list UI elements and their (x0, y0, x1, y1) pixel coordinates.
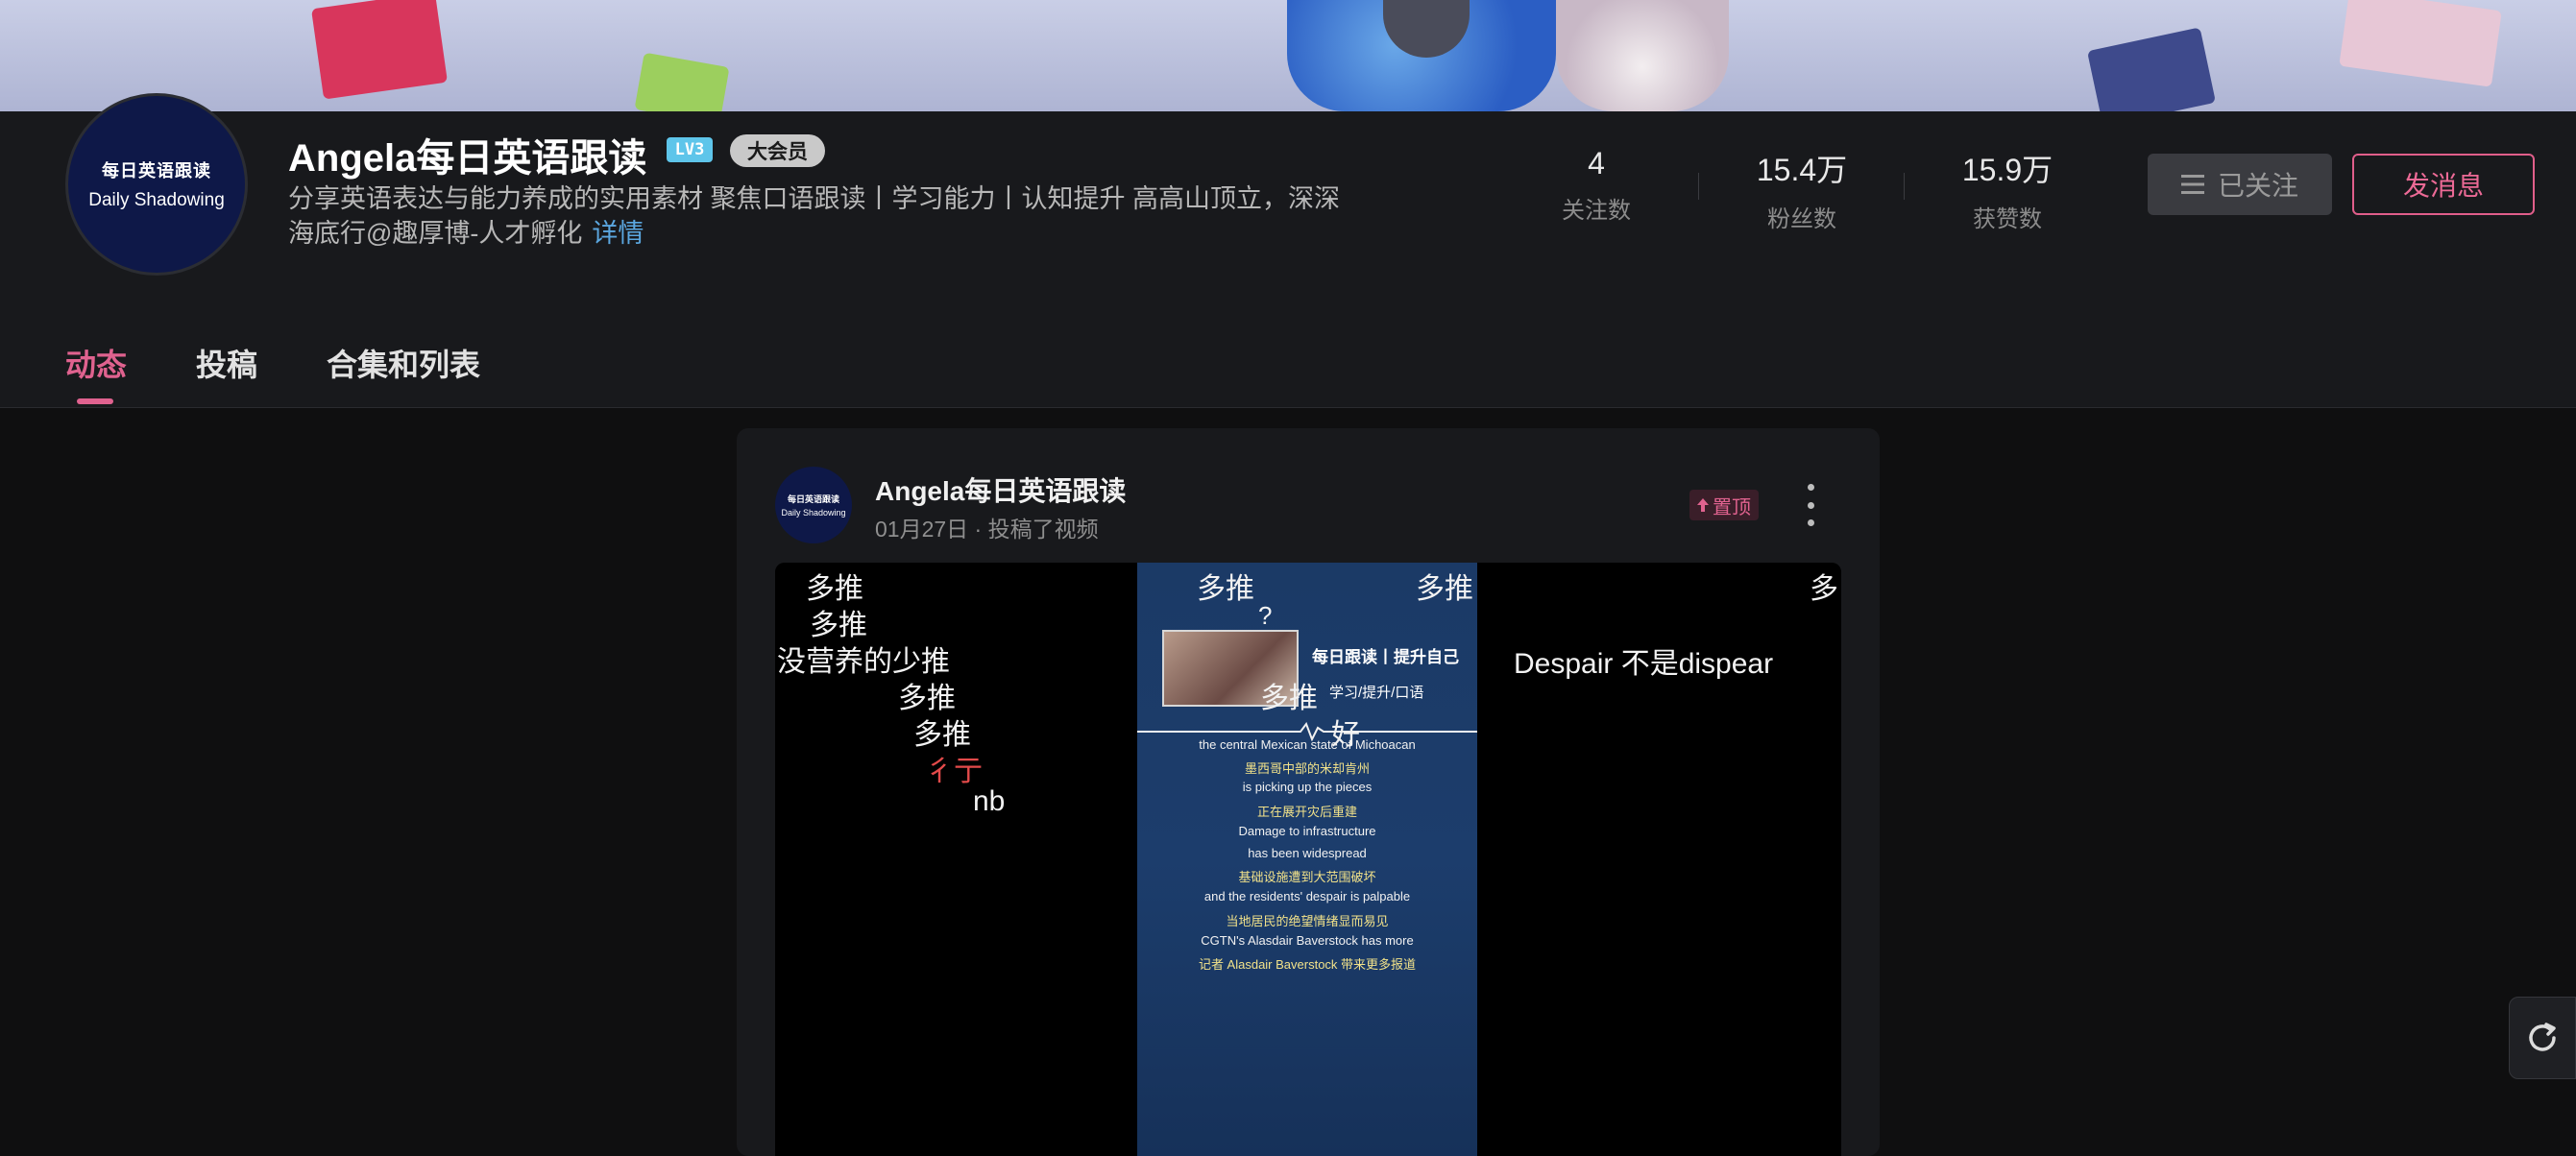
avatar-text-en: Daily Shadowing (88, 190, 225, 210)
pinned-label: 置顶 (1713, 496, 1751, 518)
banner-gift-right (2086, 27, 2217, 111)
post-author-name[interactable]: Angela每日英语跟读 (875, 470, 1126, 509)
arrow-up-icon (1697, 498, 1709, 512)
stat-following-value: 4 (1588, 146, 1605, 181)
stat-following[interactable]: 4 关注数 (1510, 146, 1683, 225)
profile-avatar[interactable]: 每日英语跟读 Daily Shadowing (65, 93, 248, 276)
stat-followers-value: 15.4万 (1756, 153, 1848, 187)
level-badge: LV3 (667, 137, 713, 162)
stat-divider (1904, 173, 1905, 200)
subtitle-line: 墨西哥中部的米却肯州 (1244, 761, 1370, 776)
danmaku-text: nb (973, 785, 1006, 817)
stat-followers[interactable]: 15.4万 粉丝数 (1715, 146, 1888, 233)
banner-gift-left (311, 0, 448, 100)
refresh-button[interactable] (2509, 997, 2576, 1079)
profile-bio: 分享英语表达与能力养成的实用素材 聚焦口语跟读丨学习能力丨认知提升 高高山顶立，… (288, 181, 1402, 251)
subtitle-line: the central Mexican state of Michoacan (1199, 737, 1416, 752)
cover-right-pane: Despair 不是dispear 多 (1477, 563, 1841, 1156)
subtitle-line: 记者 Alasdair Baverstock 带来更多报道 (1198, 957, 1417, 972)
subtitle-line: is picking up the pieces (1242, 780, 1373, 794)
stat-followers-label: 粉丝数 (1767, 206, 1836, 232)
banner-gift-far-right (2339, 0, 2502, 87)
danmaku-text: 彳亍 (925, 756, 983, 787)
tab-collections[interactable]: 合集和列表 (327, 341, 480, 385)
banner-gift-small (634, 52, 730, 111)
post-author-avatar[interactable]: 每日英语跟读 Daily Shadowing (775, 467, 852, 543)
danmaku-text: 多推 (1260, 683, 1318, 714)
followed-label: 已关注 (2217, 171, 2298, 201)
profile-name: Angela每日英语跟读 (288, 137, 647, 180)
subtitle-line: 当地居民的绝望情绪显而易见 (1226, 914, 1389, 928)
subtitle-line: Damage to infrastructure (1238, 824, 1376, 838)
bio-line-1: 分享英语表达与能力养成的实用素材 聚焦口语跟读丨学习能力丨认知提升 高高山顶立，… (288, 184, 1341, 213)
subtitle-line: has been widespread (1248, 846, 1367, 860)
danmaku-text: 多推 (1416, 573, 1473, 605)
menu-icon (2180, 175, 2204, 194)
profile-banner (0, 0, 2576, 111)
avatar-text-cn: 每日英语跟读 (102, 161, 211, 181)
danmaku-text: Despair 不是dispear (1514, 648, 1774, 680)
post-avatar-text-cn: 每日英语跟读 (787, 494, 839, 504)
subtitle-line: 基础设施遭到大范围破坏 (1238, 870, 1376, 884)
subtitle-line: 正在展开灾后重建 (1256, 805, 1357, 819)
post-action: 投稿了视频 (987, 517, 1099, 542)
video-cover[interactable]: 多推 多推 没营养的少推 多推 多推 彳亍 nb 每日跟读丨提升自己 学习/提升… (775, 563, 1841, 1156)
stat-divider (1698, 173, 1699, 200)
vip-badge[interactable]: 大会员 (730, 134, 825, 167)
tab-dynamic[interactable]: 动态 (65, 341, 127, 385)
active-tab-indicator (77, 398, 113, 404)
bio-detail-link[interactable]: 详情 (592, 219, 644, 248)
danmaku-text: 多推 (1197, 573, 1254, 605)
post-date: 01月27日 (875, 517, 969, 542)
cover-subtitle: 学习/提升/口语 (1329, 685, 1424, 701)
subtitle-line: and the residents' despair is palpable (1203, 889, 1411, 903)
post-meta: 01月27日 · 投稿了视频 (875, 517, 1099, 542)
cover-title: 每日跟读丨提升自己 (1312, 648, 1459, 666)
cover-left-pane: 多推 多推 没营养的少推 多推 多推 彳亍 nb (775, 563, 1137, 1156)
cover-middle-pane: 每日跟读丨提升自己 学习/提升/口语 多推 多推 ? 多推 好 the cent… (1137, 563, 1477, 1156)
banner-character-2 (1556, 0, 1729, 111)
post-card: 每日英语跟读 Daily Shadowing Angela每日英语跟读 01月2… (737, 428, 1880, 1156)
refresh-icon (2529, 1023, 2556, 1051)
pinned-badge: 置顶 (1689, 490, 1759, 520)
stat-following-label: 关注数 (1562, 198, 1631, 224)
stat-likes: 15.9万 获赞数 (1921, 146, 2094, 233)
stat-likes-label: 获赞数 (1973, 206, 2042, 232)
danmaku-text: 多 (1810, 573, 1838, 605)
send-message-button[interactable]: 发消息 (2352, 154, 2535, 215)
bio-line-2: 海底行@趣厚博-人才孵化 (288, 219, 583, 248)
stat-likes-value: 15.9万 (1961, 153, 2054, 187)
more-options-icon[interactable] (1803, 484, 1818, 526)
followed-button[interactable]: 已关注 (2148, 154, 2332, 215)
danmaku-text: ? (1258, 601, 1273, 630)
subtitle-line: CGTN's Alasdair Baverstock has more (1201, 933, 1414, 948)
post-avatar-text-en: Daily Shadowing (781, 508, 846, 518)
tab-uploads[interactable]: 投稿 (196, 341, 257, 385)
